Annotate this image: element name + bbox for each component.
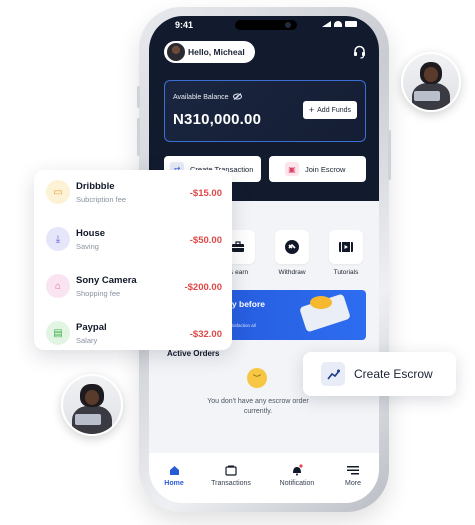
camera-notch	[235, 20, 297, 30]
shopping-bag-icon: ⌂	[46, 274, 70, 298]
withdraw-icon	[275, 230, 309, 264]
laptop-icon: ▭	[46, 180, 70, 204]
greeting-pill[interactable]: Hello, Micheal	[164, 41, 255, 63]
join-escrow-label: Join Escrow	[305, 164, 346, 174]
transaction-subtitle: Saving	[76, 242, 99, 251]
transaction-name: Paypal	[76, 322, 107, 333]
eye-off-icon[interactable]	[232, 93, 242, 102]
status-time: 9:41	[175, 20, 194, 30]
promo-coin-illustration	[310, 296, 332, 309]
transaction-row[interactable]: ▭ Dribbble Subcription fee -$15.00	[46, 180, 222, 210]
add-funds-label: Add Funds	[317, 106, 351, 114]
transaction-subtitle: Salary	[76, 336, 98, 345]
home-icon	[152, 463, 196, 477]
phone-side-button	[388, 130, 391, 180]
balance-card: Available Balance N310,000.00 + Add Fund…	[164, 80, 366, 142]
support-headset-icon[interactable]	[353, 45, 366, 62]
bell-icon	[275, 463, 319, 477]
plus-icon: +	[308, 104, 315, 115]
nav-label: Transactions	[211, 480, 251, 487]
nav-label: Home	[164, 480, 184, 487]
transaction-row[interactable]: ▤ Paypal Salary -$32.00	[46, 321, 222, 351]
wallet-icon	[209, 463, 253, 477]
transaction-name: Dribbble	[76, 181, 115, 192]
transaction-subtitle: Subcription fee	[76, 195, 127, 204]
escrow-icon	[321, 362, 345, 386]
create-escrow-button[interactable]: Create Escrow	[303, 352, 456, 396]
wifi-icon	[334, 21, 342, 27]
transaction-amount: -$50.00	[189, 235, 222, 246]
bottom-nav: Home Transactions Notification More	[149, 453, 379, 503]
greeting-text: Hello, Micheal	[188, 47, 245, 57]
balance-value: N310,000.00	[173, 111, 262, 128]
phone-side-button	[137, 118, 140, 156]
transaction-name: House	[76, 228, 106, 239]
transaction-subtitle: Shopping fee	[76, 289, 121, 298]
nav-notification[interactable]: Notification	[275, 463, 319, 487]
menu-icon	[331, 463, 375, 477]
video-icon	[329, 230, 363, 264]
transaction-amount: -$15.00	[189, 188, 222, 199]
transaction-amount: -$200.00	[184, 282, 222, 293]
nav-label: More	[345, 480, 361, 487]
download-icon: ⤓	[46, 227, 70, 251]
phone-side-button	[137, 86, 140, 108]
nav-more[interactable]: More	[331, 463, 375, 487]
sad-face-icon: ︶	[247, 368, 267, 388]
create-escrow-label: Create Escrow	[354, 367, 433, 381]
empty-orders-text: You don't have any escrow order currentl…	[207, 398, 309, 415]
status-icons	[322, 21, 357, 27]
quick-action-tutorials[interactable]: Tutorials	[327, 230, 365, 276]
quick-action-withdraw[interactable]: Withdraw	[273, 230, 311, 276]
card-icon: ▤	[46, 321, 70, 345]
transaction-row[interactable]: ⤓ House Saving -$50.00	[46, 227, 222, 257]
quick-action-label: Withdraw	[278, 269, 306, 276]
signal-icon	[322, 21, 331, 27]
transaction-name: Sony Camera	[76, 275, 137, 286]
join-escrow-button[interactable]: ▣ Join Escrow	[269, 156, 366, 182]
add-funds-button[interactable]: + Add Funds	[302, 101, 357, 119]
join-icon: ▣	[285, 162, 299, 176]
nav-home[interactable]: Home	[152, 463, 196, 487]
transaction-amount: -$32.00	[189, 329, 222, 340]
balance-label-row: Available Balance	[173, 93, 242, 102]
balance-label: Available Balance	[173, 94, 229, 101]
user-avatar-top	[401, 52, 461, 112]
user-avatar-bottom	[61, 374, 123, 436]
quick-action-label: Tutorials	[333, 269, 359, 276]
battery-icon	[345, 21, 357, 27]
transactions-card: ▭ Dribbble Subcription fee -$15.00 ⤓ Hou…	[34, 170, 232, 350]
transaction-row[interactable]: ⌂ Sony Camera Shopping fee -$200.00	[46, 274, 222, 304]
nav-transactions[interactable]: Transactions	[209, 463, 253, 487]
nav-label: Notification	[279, 480, 315, 487]
avatar	[167, 43, 185, 61]
